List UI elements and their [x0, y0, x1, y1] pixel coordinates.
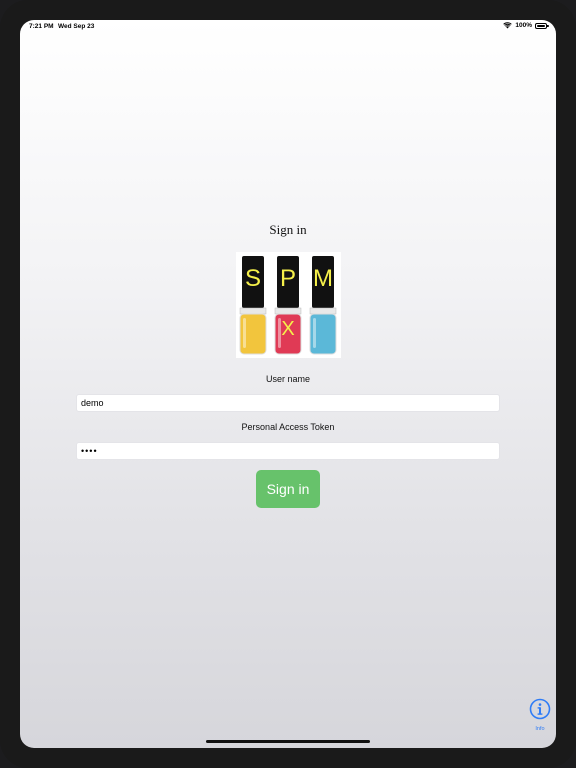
- logo-letter-p: P: [280, 265, 296, 292]
- token-label: Personal Access Token: [241, 422, 335, 432]
- logo-letter-m: M: [313, 265, 333, 292]
- page-title: Sign in: [269, 222, 307, 237]
- app-logo: S P M X: [236, 252, 341, 358]
- username-label: User name: [265, 374, 310, 384]
- screen: 7:21 PM Wed Sep 23 100% Sign in S P M X …: [20, 20, 556, 748]
- device-frame: 7:21 PM Wed Sep 23 100% Sign in S P M X …: [0, 0, 576, 768]
- status-date: Wed Sep 23: [58, 23, 95, 30]
- logo-letter-s: S: [245, 265, 261, 292]
- info-circle-icon: [529, 698, 551, 720]
- nail-polish-logo: S P M X: [239, 256, 337, 355]
- status-bar: 7:21 PM Wed Sep 23 100%: [20, 20, 556, 34]
- info-button[interactable]: Info: [528, 698, 552, 732]
- username-input[interactable]: [76, 394, 500, 412]
- token-input[interactable]: [76, 442, 500, 460]
- home-indicator[interactable]: [206, 740, 370, 743]
- status-indicators: 100%: [503, 22, 549, 29]
- sign-in-button[interactable]: Sign in: [256, 470, 320, 508]
- logo-letter-x: X: [281, 318, 294, 340]
- battery-icon: [535, 22, 549, 29]
- status-time: 7:21 PM: [29, 23, 54, 30]
- wifi-icon: [503, 22, 513, 29]
- info-label: Info: [535, 726, 545, 732]
- battery-percent: 100%: [515, 22, 532, 29]
